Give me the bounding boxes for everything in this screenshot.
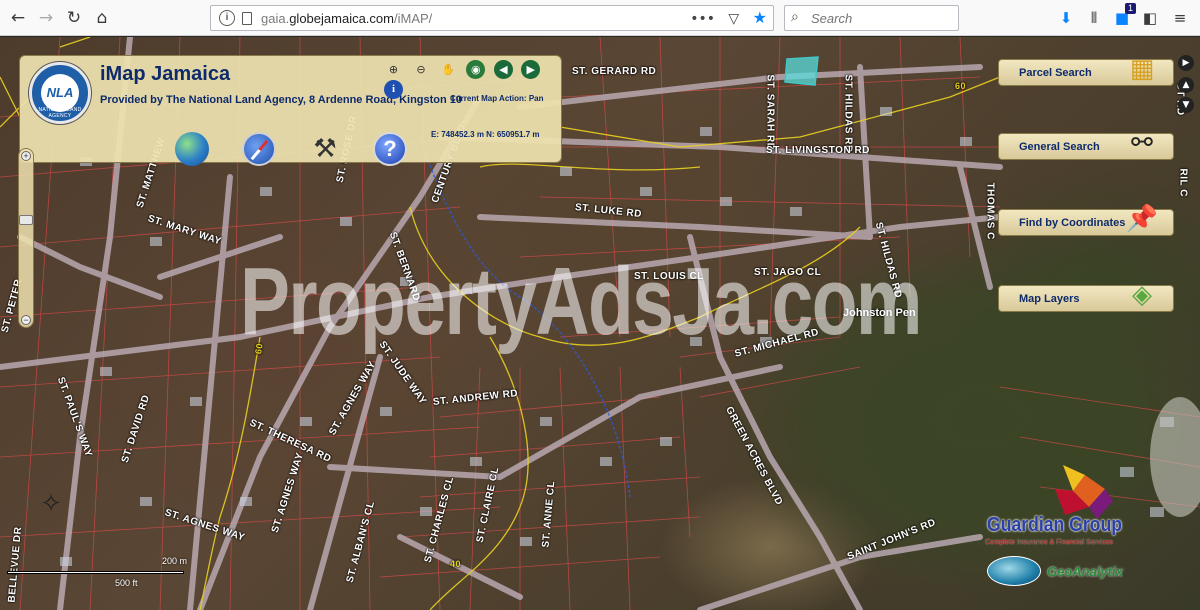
road-label: RIL C <box>1177 168 1189 197</box>
pan-right-icon[interactable]: ▶ <box>1178 55 1194 71</box>
site-info-icon[interactable]: i <box>219 10 235 26</box>
download-icon[interactable]: ⬇ <box>1056 8 1076 28</box>
zoom-in-icon[interactable]: ⊕ <box>384 60 403 79</box>
coordinates-readout: E: 748452.3 m N: 650951.7 m <box>431 130 540 139</box>
geoanalytix-logo-icon <box>987 556 1041 586</box>
scale-bar: 200 m 500 ft <box>7 556 187 592</box>
pan-hand-icon[interactable]: ✋ <box>439 60 458 79</box>
notification-badge: 1 <box>1124 3 1136 14</box>
pushpin-icon: 📌 <box>1125 204 1159 234</box>
panel-title: iMap Jamaica <box>100 63 231 85</box>
extension-icon[interactable]: ■ 1 <box>1112 3 1136 28</box>
contour-label: 40 <box>450 559 462 569</box>
road-label: ST. GERARD RD <box>572 66 657 77</box>
pan-up-icon[interactable]: ▲ <box>1178 77 1194 93</box>
page-icon <box>242 12 252 25</box>
sidebar-icon[interactable]: ◧ <box>1140 8 1160 28</box>
full-extent-icon[interactable]: ◉ <box>466 60 486 79</box>
help-icon[interactable]: ? <box>373 132 407 166</box>
nla-logo: NLA NATIONAL LAND AGENCY <box>29 62 91 124</box>
map-canvas[interactable]: ST. GERARD RD ST. SARAH RD ST. HILDAS RD… <box>0 37 1200 610</box>
road-label: THOMAS C <box>984 182 996 240</box>
search-input[interactable] <box>811 10 951 26</box>
url-bar[interactable]: i gaia.globejamaica.com/iMAP/ ••• ▽ ★ <box>210 5 774 31</box>
browser-toolbar: ← → ↻ ⌂ i gaia.globejamaica.com/iMAP/ ••… <box>0 0 1200 36</box>
zoom-plus-icon[interactable]: + <box>21 151 31 161</box>
home-icon[interactable]: ⌂ <box>90 6 114 30</box>
zoom-slider-handle[interactable] <box>19 215 33 225</box>
watermark-text: PropertyAdsJa.com <box>240 248 922 355</box>
map-tools: ⊕ ⊖ ✋ ◉ ◀ ▶ i <box>384 60 561 99</box>
road-label: ST. HILDAS RD <box>842 74 854 153</box>
globe-icon[interactable] <box>175 132 209 166</box>
pocket-icon[interactable]: ▽ <box>728 11 739 27</box>
layers-icon: ◈ <box>1132 280 1152 310</box>
zoom-minus-icon[interactable]: − <box>21 315 31 325</box>
back-icon[interactable]: ← <box>6 6 30 30</box>
parcel-grid-icon: ▦ <box>1129 54 1155 84</box>
search-bar[interactable]: ⌕ <box>784 5 959 31</box>
find-coordinates-button[interactable]: Find by Coordinates 📌 <box>998 204 1174 236</box>
url-text[interactable]: gaia.globejamaica.com/iMAP/ <box>261 11 432 26</box>
contour-label: 60 <box>955 81 967 91</box>
pan-down-icon[interactable]: ▼ <box>1178 97 1194 113</box>
clearing <box>1150 397 1200 517</box>
road-label: ST. LIVINGSTON RD <box>766 145 870 156</box>
geoanalytix-name: GeoAnalytix <box>1047 564 1123 579</box>
tools-icon[interactable]: ⚒ <box>308 132 342 166</box>
guardian-group-name: Guardian Group <box>987 514 1122 536</box>
identify-info-icon[interactable]: i <box>384 80 403 99</box>
library-icon[interactable]: ⫴ <box>1084 8 1104 28</box>
compass-icon[interactable] <box>242 132 276 166</box>
map-layers-button[interactable]: Map Layers ◈ <box>998 280 1174 312</box>
parcel-search-button[interactable]: Parcel Search ▦ <box>998 54 1174 86</box>
forward-icon[interactable]: → <box>34 6 58 30</box>
zoom-slider[interactable]: + − <box>18 148 34 328</box>
imap-info-panel: NLA NATIONAL LAND AGENCY iMap Jamaica Pr… <box>19 55 562 166</box>
road-label: ST. SARAH RD <box>764 74 776 151</box>
page-actions-icon[interactable]: ••• <box>690 11 715 27</box>
search-icon: ⌕ <box>791 9 799 25</box>
guardian-group-tagline: Complete Insurance & Financial Services <box>985 539 1114 546</box>
next-extent-icon[interactable]: ▶ <box>521 60 541 79</box>
menu-icon[interactable]: ≡ <box>1170 8 1190 28</box>
selected-parcel <box>784 56 819 86</box>
reload-icon[interactable]: ↻ <box>62 6 86 30</box>
bookmark-star-icon[interactable]: ★ <box>753 8 767 27</box>
previous-extent-icon[interactable]: ◀ <box>493 60 513 79</box>
north-arrow-icon: ✧ <box>40 489 62 519</box>
general-search-button[interactable]: General Search ⚯ <box>998 128 1174 160</box>
zoom-out-icon[interactable]: ⊖ <box>411 60 430 79</box>
binoculars-icon: ⚯ <box>1131 128 1153 158</box>
